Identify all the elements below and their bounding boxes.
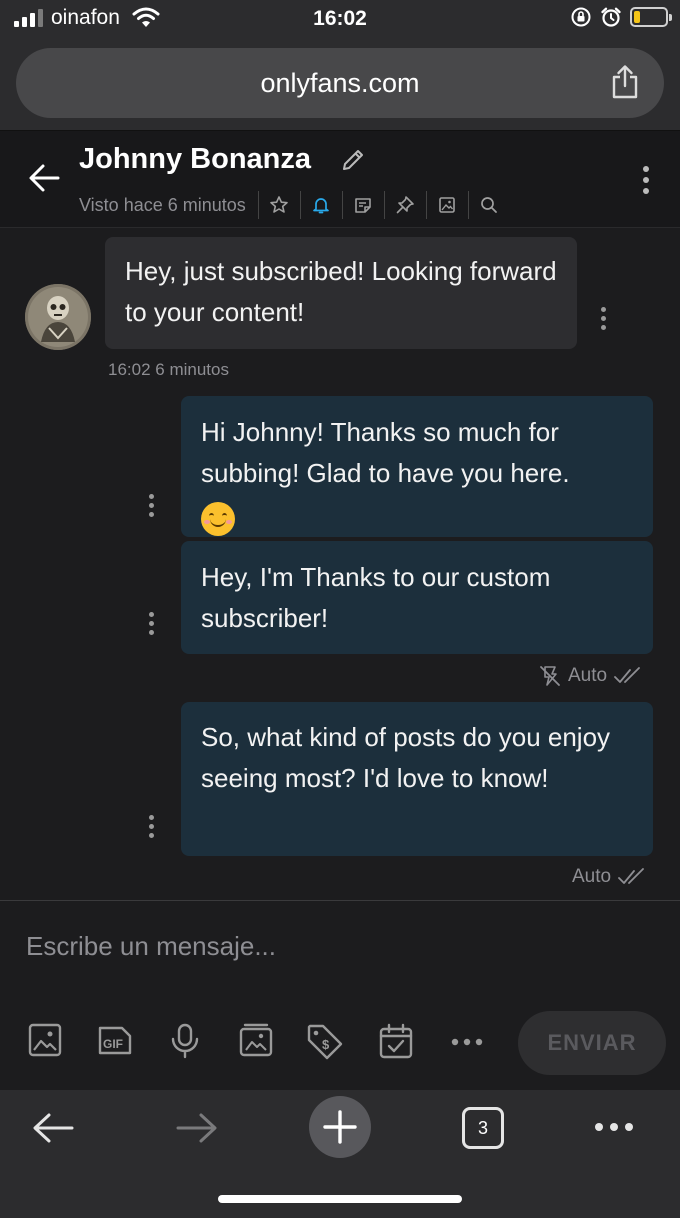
message-status: Auto <box>538 664 641 688</box>
more-options-icon[interactable] <box>451 1037 483 1047</box>
message-options-icon[interactable] <box>149 612 155 639</box>
microphone-icon[interactable] <box>170 1023 200 1059</box>
smiling-face-emoji-icon <box>201 502 235 537</box>
status-right <box>570 6 672 28</box>
double-check-icon <box>618 868 644 884</box>
notification-bell-icon[interactable] <box>299 191 342 219</box>
favorite-star-icon[interactable] <box>257 191 300 219</box>
message-text: So, what kind of posts do you enjoy seei… <box>201 722 611 793</box>
image-icon[interactable] <box>28 1023 62 1057</box>
message-options-icon[interactable] <box>149 494 155 521</box>
browser-address-area: onlyfans.com <box>0 40 680 130</box>
last-seen-text: Visto hace 6 minutos <box>79 194 246 215</box>
share-icon[interactable] <box>610 64 640 100</box>
message-timestamp: 16:02 6 minutos <box>108 360 229 379</box>
price-tag-icon[interactable]: $ <box>306 1023 344 1061</box>
message-status-text: Auto <box>568 665 608 686</box>
message-status-text: Auto <box>572 866 612 887</box>
chat-subheader: Visto hace 6 minutos <box>79 191 510 219</box>
send-button[interactable]: ENVIAR <box>518 1011 666 1075</box>
pin-icon[interactable] <box>383 191 426 219</box>
message-input[interactable] <box>26 931 646 962</box>
url-text[interactable]: onlyfans.com <box>16 68 664 99</box>
battery-icon <box>630 7 672 27</box>
alarm-icon <box>601 7 621 27</box>
chat-header: Johnny Bonanza Visto hace 6 minutos <box>0 130 680 228</box>
media-vault-icon[interactable] <box>239 1023 273 1057</box>
message-list[interactable]: Hey, just subscribed! Looking forward to… <box>0 228 680 900</box>
schedule-icon[interactable] <box>379 1023 413 1059</box>
svg-text:$: $ <box>322 1037 330 1052</box>
message-status: Auto <box>572 866 645 888</box>
chat-options-kebab-icon[interactable] <box>642 165 650 195</box>
message-text: Hey, just subscribed! Looking forward to… <box>125 256 557 327</box>
contact-name[interactable]: Johnny Bonanza <box>79 143 311 176</box>
outgoing-message-bubble[interactable]: Hi Johnny! Thanks so much for subbing! G… <box>181 396 653 537</box>
plus-icon <box>323 1110 357 1144</box>
message-text: Hey, I'm Thanks to our custom subscriber… <box>201 562 551 633</box>
new-tab-button[interactable] <box>309 1096 371 1158</box>
message-options-icon[interactable] <box>601 307 607 334</box>
orientation-lock-icon <box>571 7 591 27</box>
gif-icon[interactable]: GIF <box>97 1023 133 1057</box>
browser-menu-icon[interactable] <box>594 1122 634 1132</box>
address-bar[interactable]: onlyfans.com <box>16 48 664 118</box>
browser-forward-icon[interactable] <box>176 1112 218 1144</box>
status-bar: oinafon 16:02 <box>0 0 680 40</box>
outgoing-message-bubble[interactable]: Hey, I'm Thanks to our custom subscriber… <box>181 541 653 654</box>
no-flash-icon <box>540 666 560 686</box>
contact-avatar[interactable] <box>25 284 91 350</box>
tabs-count-button[interactable]: 3 <box>462 1107 504 1149</box>
message-composer: GIF $ ENVIAR <box>0 900 680 1090</box>
incoming-message-bubble[interactable]: Hey, just subscribed! Looking forward to… <box>105 237 577 349</box>
back-arrow-icon[interactable] <box>28 163 60 193</box>
battery-level-fill <box>634 11 640 23</box>
outgoing-message-bubble[interactable]: So, what kind of posts do you enjoy seei… <box>181 702 653 856</box>
browser-toolbar: 3 <box>0 1090 680 1218</box>
double-check-icon <box>614 667 640 683</box>
browser-back-icon[interactable] <box>32 1112 74 1144</box>
message-options-icon[interactable] <box>149 815 155 842</box>
message-text: Hi Johnny! Thanks so much for subbing! G… <box>201 417 570 488</box>
svg-text:GIF: GIF <box>103 1037 123 1051</box>
gallery-image-icon[interactable] <box>425 191 468 219</box>
home-indicator[interactable] <box>218 1195 462 1203</box>
notes-icon[interactable] <box>341 191 384 219</box>
search-icon[interactable] <box>467 191 510 219</box>
edit-pencil-icon[interactable] <box>340 147 366 173</box>
